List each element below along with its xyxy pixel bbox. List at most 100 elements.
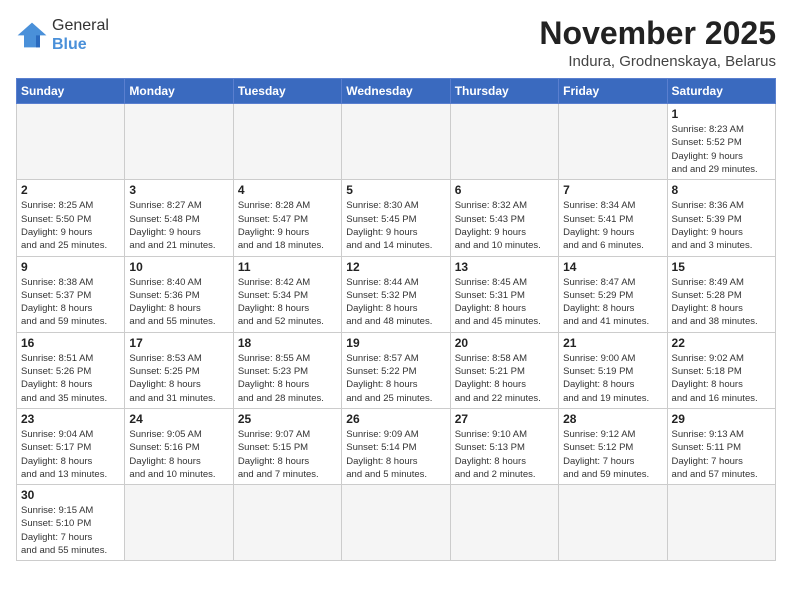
day-number: 4 bbox=[238, 183, 337, 197]
day-info: Sunrise: 8:30 AM Sunset: 5:45 PM Dayligh… bbox=[346, 199, 445, 252]
day-number: 7 bbox=[563, 183, 662, 197]
calendar-cell: 11 Sunrise: 8:42 AM Sunset: 5:34 PM Dayli… bbox=[233, 256, 341, 332]
day-number: 30 bbox=[21, 488, 120, 502]
logo: General Blue bbox=[16, 16, 109, 54]
calendar-cell: 5 Sunrise: 8:30 AM Sunset: 5:45 PM Daylig… bbox=[342, 180, 450, 256]
day-info: Sunrise: 8:40 AM Sunset: 5:36 PM Dayligh… bbox=[129, 276, 228, 329]
location: Indura, Grodnenskaya, Belarus bbox=[539, 53, 776, 70]
title-block: November 2025 Indura, Grodnenskaya, Bela… bbox=[539, 16, 776, 70]
calendar-week-6: 30 Sunrise: 9:15 AM Sunset: 5:10 PM Dayli… bbox=[17, 485, 776, 561]
calendar-cell: 23Sunrise: 9:04 AM Sunset: 5:17 PM Dayli… bbox=[17, 408, 125, 484]
calendar-week-4: 16 Sunrise: 8:51 AM Sunset: 5:26 PM Dayli… bbox=[17, 332, 776, 408]
day-info: Sunrise: 8:28 AM Sunset: 5:47 PM Dayligh… bbox=[238, 199, 337, 252]
day-number: 23 bbox=[21, 412, 120, 426]
calendar-cell bbox=[342, 485, 450, 561]
calendar-cell: 29Sunrise: 9:13 AM Sunset: 5:11 PM Dayli… bbox=[667, 408, 775, 484]
day-info: Sunrise: 9:05 AM Sunset: 5:16 PM Dayligh… bbox=[129, 428, 228, 481]
day-number: 18 bbox=[238, 336, 337, 350]
day-info: Sunrise: 9:12 AM Sunset: 5:12 PM Dayligh… bbox=[563, 428, 662, 481]
month-title: November 2025 bbox=[539, 16, 776, 51]
col-header-tuesday: Tuesday bbox=[233, 79, 341, 104]
day-info: Sunrise: 9:15 AM Sunset: 5:10 PM Dayligh… bbox=[21, 504, 120, 557]
day-info: Sunrise: 8:27 AM Sunset: 5:48 PM Dayligh… bbox=[129, 199, 228, 252]
calendar-cell: 26Sunrise: 9:09 AM Sunset: 5:14 PM Dayli… bbox=[342, 408, 450, 484]
day-number: 9 bbox=[21, 260, 120, 274]
day-number: 21 bbox=[563, 336, 662, 350]
col-header-wednesday: Wednesday bbox=[342, 79, 450, 104]
day-number: 3 bbox=[129, 183, 228, 197]
calendar-cell: 9Sunrise: 8:38 AM Sunset: 5:37 PM Daylig… bbox=[17, 256, 125, 332]
calendar-cell: 16 Sunrise: 8:51 AM Sunset: 5:26 PM Dayli… bbox=[17, 332, 125, 408]
day-number: 25 bbox=[238, 412, 337, 426]
day-number: 17 bbox=[129, 336, 228, 350]
day-number: 1 bbox=[672, 107, 771, 121]
day-info: Sunrise: 8:53 AM Sunset: 5:25 PM Dayligh… bbox=[129, 352, 228, 405]
day-number: 5 bbox=[346, 183, 445, 197]
day-number: 27 bbox=[455, 412, 554, 426]
day-info: Sunrise: 8:36 AM Sunset: 5:39 PM Dayligh… bbox=[672, 199, 771, 252]
calendar-cell: 30 Sunrise: 9:15 AM Sunset: 5:10 PM Dayli… bbox=[17, 485, 125, 561]
col-header-friday: Friday bbox=[559, 79, 667, 104]
day-number: 13 bbox=[455, 260, 554, 274]
day-number: 28 bbox=[563, 412, 662, 426]
day-info: Sunrise: 9:10 AM Sunset: 5:13 PM Dayligh… bbox=[455, 428, 554, 481]
calendar-cell: 12 Sunrise: 8:44 AM Sunset: 5:32 PM Dayli… bbox=[342, 256, 450, 332]
day-info: Sunrise: 8:55 AM Sunset: 5:23 PM Dayligh… bbox=[238, 352, 337, 405]
day-info: Sunrise: 8:32 AM Sunset: 5:43 PM Dayligh… bbox=[455, 199, 554, 252]
calendar: SundayMondayTuesdayWednesdayThursdayFrid… bbox=[16, 78, 776, 561]
day-info: Sunrise: 8:57 AM Sunset: 5:22 PM Dayligh… bbox=[346, 352, 445, 405]
day-number: 12 bbox=[346, 260, 445, 274]
day-number: 16 bbox=[21, 336, 120, 350]
calendar-cell: 28 Sunrise: 9:12 AM Sunset: 5:12 PM Dayli… bbox=[559, 408, 667, 484]
day-number: 26 bbox=[346, 412, 445, 426]
col-header-monday: Monday bbox=[125, 79, 233, 104]
calendar-cell bbox=[342, 104, 450, 180]
day-info: Sunrise: 9:02 AM Sunset: 5:18 PM Dayligh… bbox=[672, 352, 771, 405]
calendar-cell bbox=[450, 104, 558, 180]
day-info: Sunrise: 8:44 AM Sunset: 5:32 PM Dayligh… bbox=[346, 276, 445, 329]
day-info: Sunrise: 8:34 AM Sunset: 5:41 PM Dayligh… bbox=[563, 199, 662, 252]
calendar-cell: 24 Sunrise: 9:05 AM Sunset: 5:16 PM Dayli… bbox=[125, 408, 233, 484]
calendar-cell: 27 Sunrise: 9:10 AM Sunset: 5:13 PM Dayli… bbox=[450, 408, 558, 484]
day-info: Sunrise: 8:42 AM Sunset: 5:34 PM Dayligh… bbox=[238, 276, 337, 329]
calendar-cell: 20 Sunrise: 8:58 AM Sunset: 5:21 PM Dayli… bbox=[450, 332, 558, 408]
day-info: Sunrise: 8:25 AM Sunset: 5:50 PM Dayligh… bbox=[21, 199, 120, 252]
page-header: General Blue November 2025 Indura, Grodn… bbox=[16, 16, 776, 70]
logo-text: General Blue bbox=[52, 16, 109, 54]
day-info: Sunrise: 8:49 AM Sunset: 5:28 PM Dayligh… bbox=[672, 276, 771, 329]
calendar-cell bbox=[125, 485, 233, 561]
calendar-cell bbox=[125, 104, 233, 180]
calendar-cell: 2Sunrise: 8:25 AM Sunset: 5:50 PM Daylig… bbox=[17, 180, 125, 256]
logo-icon bbox=[16, 21, 48, 49]
calendar-week-2: 2Sunrise: 8:25 AM Sunset: 5:50 PM Daylig… bbox=[17, 180, 776, 256]
calendar-cell: 18 Sunrise: 8:55 AM Sunset: 5:23 PM Dayli… bbox=[233, 332, 341, 408]
day-number: 6 bbox=[455, 183, 554, 197]
day-info: Sunrise: 8:47 AM Sunset: 5:29 PM Dayligh… bbox=[563, 276, 662, 329]
day-number: 20 bbox=[455, 336, 554, 350]
day-number: 15 bbox=[672, 260, 771, 274]
col-header-thursday: Thursday bbox=[450, 79, 558, 104]
day-info: Sunrise: 8:58 AM Sunset: 5:21 PM Dayligh… bbox=[455, 352, 554, 405]
calendar-cell bbox=[559, 104, 667, 180]
day-number: 10 bbox=[129, 260, 228, 274]
calendar-cell: 3 Sunrise: 8:27 AM Sunset: 5:48 PM Daylig… bbox=[125, 180, 233, 256]
day-info: Sunrise: 8:23 AM Sunset: 5:52 PM Dayligh… bbox=[672, 123, 771, 176]
calendar-cell: 17 Sunrise: 8:53 AM Sunset: 5:25 PM Dayli… bbox=[125, 332, 233, 408]
calendar-cell: 19Sunrise: 8:57 AM Sunset: 5:22 PM Dayli… bbox=[342, 332, 450, 408]
day-info: Sunrise: 9:00 AM Sunset: 5:19 PM Dayligh… bbox=[563, 352, 662, 405]
calendar-cell bbox=[17, 104, 125, 180]
col-header-saturday: Saturday bbox=[667, 79, 775, 104]
calendar-cell: 7 Sunrise: 8:34 AM Sunset: 5:41 PM Daylig… bbox=[559, 180, 667, 256]
day-info: Sunrise: 8:51 AM Sunset: 5:26 PM Dayligh… bbox=[21, 352, 120, 405]
day-number: 22 bbox=[672, 336, 771, 350]
day-number: 29 bbox=[672, 412, 771, 426]
calendar-cell: 6 Sunrise: 8:32 AM Sunset: 5:43 PM Daylig… bbox=[450, 180, 558, 256]
day-number: 11 bbox=[238, 260, 337, 274]
calendar-cell bbox=[559, 485, 667, 561]
calendar-header-row: SundayMondayTuesdayWednesdayThursdayFrid… bbox=[17, 79, 776, 104]
day-number: 8 bbox=[672, 183, 771, 197]
calendar-cell: 21 Sunrise: 9:00 AM Sunset: 5:19 PM Dayli… bbox=[559, 332, 667, 408]
calendar-cell bbox=[667, 485, 775, 561]
day-number: 24 bbox=[129, 412, 228, 426]
calendar-cell: 15 Sunrise: 8:49 AM Sunset: 5:28 PM Dayli… bbox=[667, 256, 775, 332]
